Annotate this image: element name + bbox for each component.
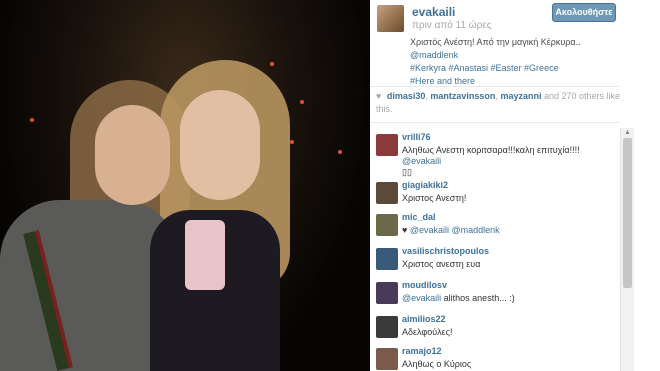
divider <box>370 122 620 123</box>
comments-list: vrilli76 Αληθως Ανεστη κοριτσαρα!!!καλη … <box>370 128 620 371</box>
commenter-username[interactable]: ramajo12 <box>402 346 442 356</box>
background-light <box>300 100 304 104</box>
heart-icon: ♥ <box>376 91 382 101</box>
comment-body: ♥ <box>402 225 410 235</box>
commenter-avatar[interactable] <box>376 316 398 338</box>
commenter-username[interactable]: vrilli76 <box>402 132 431 142</box>
comment-text: @evakaili alithos anesth... :) <box>402 293 612 304</box>
commenter-username[interactable]: vasilischristopoulos <box>402 246 489 256</box>
caption-mention[interactable]: @maddlenk <box>410 50 458 60</box>
liker-name[interactable]: mayzanni <box>500 91 541 101</box>
post-caption: Χριστός Ανέστη! Από την μαγική Κέρκυρα..… <box>410 36 615 88</box>
commenter-avatar[interactable] <box>376 214 398 236</box>
comment-text: ♥ @evakaili @maddlenk <box>402 225 612 236</box>
background-light <box>290 140 294 144</box>
comment-mention[interactable]: @evakaili @maddlenk <box>410 225 500 235</box>
post-header: evakaili πριν από 11 ώρες Ακολουθήστε Χρ… <box>370 0 660 86</box>
post-photo <box>0 0 370 371</box>
scrollbar-thumb[interactable] <box>623 138 632 288</box>
post-details-panel: evakaili πριν από 11 ώρες Ακολουθήστε Χρ… <box>370 0 660 371</box>
commenter-username[interactable]: mic_dal <box>402 212 436 222</box>
photo-detail <box>185 220 225 290</box>
author-avatar[interactable] <box>377 5 404 32</box>
author-username[interactable]: evakaili <box>412 5 455 19</box>
commenter-avatar[interactable] <box>376 348 398 370</box>
scroll-up-arrow-icon[interactable]: ▲ <box>624 129 631 136</box>
commenter-avatar[interactable] <box>376 282 398 304</box>
commenter-username[interactable]: giagiakiki2 <box>402 180 448 190</box>
comment-text: Αληθως Ανεστη κοριτσαρα!!!καλη επιτυχία!… <box>402 145 612 178</box>
comment-text: Αδελφούλες! <box>402 327 453 337</box>
commenter-avatar[interactable] <box>376 182 398 204</box>
caption-hashtags[interactable]: #Here and there <box>410 76 475 86</box>
comment-body: alithos anesth... :) <box>441 293 515 303</box>
commenter-username[interactable]: moudilosv <box>402 280 447 290</box>
comment-extra: ▯▯ <box>402 167 412 177</box>
commenter-username[interactable]: aimilios22 <box>402 314 446 324</box>
comment-body: Αληθως Ανεστη κοριτσαρα!!!καλη επιτυχία!… <box>402 145 580 155</box>
caption-text: Χριστός Ανέστη! Από την μαγική Κέρκυρα.. <box>410 37 581 47</box>
commenter-avatar[interactable] <box>376 248 398 270</box>
background-light <box>30 118 34 122</box>
liker-name[interactable]: dimasi30 <box>387 91 426 101</box>
comment-mention[interactable]: @evakaili <box>402 156 441 166</box>
panel-gutter <box>634 0 660 371</box>
liker-name[interactable]: mantzavinsson <box>430 91 495 101</box>
caption-hashtags[interactable]: #Kerkyra #Anastasi #Easter #Greece <box>410 63 559 73</box>
post-timestamp: πριν από 11 ώρες <box>412 20 492 31</box>
commenter-avatar[interactable] <box>376 134 398 156</box>
divider <box>370 86 620 87</box>
photo-detail <box>95 105 170 205</box>
comment-text: Χριστος ανεστη ευα <box>402 259 481 269</box>
follow-button[interactable]: Ακολουθήστε <box>552 3 616 22</box>
comment-mention[interactable]: @evakaili <box>402 293 441 303</box>
comment-text: Αληθως ο Κύριος <box>402 359 472 369</box>
photo-detail <box>180 90 260 200</box>
comment-text: Χριστος Ανεστη! <box>402 193 467 203</box>
background-light <box>270 62 274 66</box>
comments-scrollbar[interactable]: ▲ <box>620 128 635 371</box>
background-light <box>338 150 342 154</box>
likes-summary: ♥ dimasi30, mantzavinsson, mayzanni and … <box>376 91 621 114</box>
